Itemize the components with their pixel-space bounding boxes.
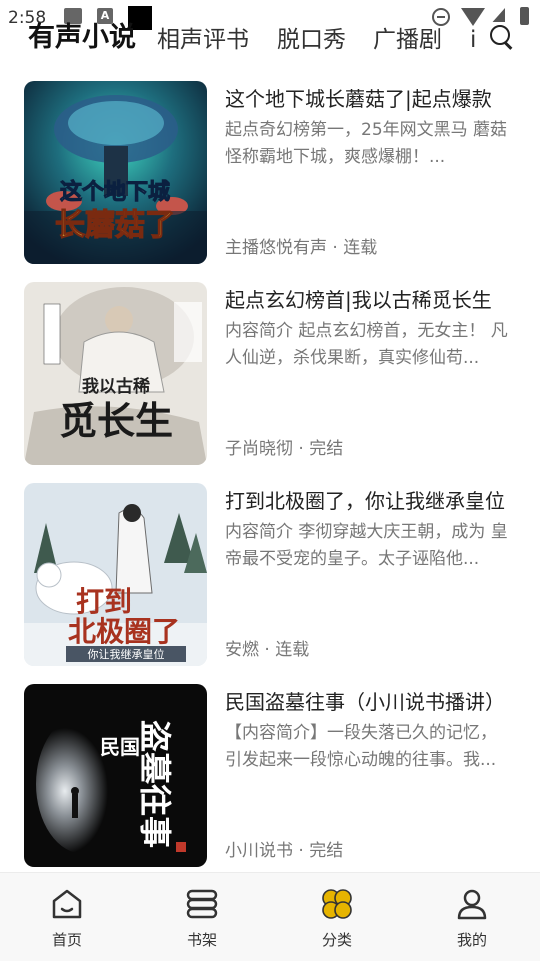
book-description: 起点奇幻榜第一，25年网文黑马 蘑菇怪称霸地下城，爽感爆棚！... xyxy=(225,120,508,167)
cover-art: 我以古稀 觅长生 xyxy=(24,282,207,465)
home-icon xyxy=(52,889,82,919)
nav-home[interactable]: 首页 xyxy=(17,887,117,951)
book-meta: 子尚晓彻 · 完结 xyxy=(225,439,344,459)
book-description: 内容简介 李彻穿越大庆王朝，成为 皇帝最不受宠的皇子。太子诬陷他... xyxy=(225,522,508,569)
cover-title-line1: 打到 xyxy=(76,585,132,618)
cover-subtitle: 你让我继承皇位 xyxy=(88,647,165,661)
cover-title-line1: 民国 xyxy=(100,735,140,759)
book-cover[interactable]: 我以古稀 觅长生 xyxy=(24,282,207,465)
cover-title-line2: 北极圈了 xyxy=(68,615,180,648)
category-tabs: 有声小说 相声评书 脱口秀 广播剧 i xyxy=(0,18,540,62)
profile-icon xyxy=(457,889,487,920)
cover-title-line2: 长蘑菇了 xyxy=(55,208,175,243)
search-button[interactable] xyxy=(486,22,516,52)
book-cover[interactable]: 民国 盗墓往事 xyxy=(24,684,207,867)
list-item[interactable]: 我以古稀 觅长生 起点玄幻榜首|我以古稀觅长生 内容简介 起点玄幻榜首，无女主！… xyxy=(0,282,540,482)
cover-title-line1: 这个地下城 xyxy=(60,179,170,205)
book-title[interactable]: 起点玄幻榜首|我以古稀觅长生 xyxy=(225,284,520,313)
book-title[interactable]: 民国盗墓往事（小川说书播讲） xyxy=(225,686,520,715)
book-meta: 小川说书 · 完结 xyxy=(225,841,344,861)
book-title[interactable]: 这个地下城长蘑菇了|起点爆款 xyxy=(225,83,520,112)
nav-profile[interactable]: 我的 xyxy=(422,887,522,951)
cover-art: 民国 盗墓往事 xyxy=(24,684,207,867)
book-title[interactable]: 打到北极圈了，你让我继承皇位 xyxy=(225,485,520,514)
cover-art: 打到 北极圈了 你让我继承皇位 xyxy=(24,483,207,666)
tab-radio-drama[interactable]: 广播剧 xyxy=(373,20,442,60)
tab-audiobook[interactable]: 有声小说 xyxy=(28,18,136,58)
list-item[interactable]: 这个地下城 长蘑菇了 这个地下城长蘑菇了|起点爆款 起点奇幻榜第一，25年网文黑… xyxy=(0,81,540,281)
list-item[interactable]: 打到 北极圈了 你让我继承皇位 打到北极圈了，你让我继承皇位 内容简介 李彻穿越… xyxy=(0,483,540,683)
cover-art: 这个地下城 长蘑菇了 xyxy=(24,81,207,264)
book-description: 内容简介 起点玄幻榜首，无女主！ 凡人仙逆，杀伐果断，真实修仙苟... xyxy=(225,321,508,368)
tab-talkshow[interactable]: 脱口秀 xyxy=(277,20,346,60)
book-description: 【内容简介】一段失落已久的记忆， 引发起来一段惊心动魄的往事。我... xyxy=(225,723,497,770)
cover-title-line1: 我以古稀 xyxy=(82,376,150,397)
category-icon xyxy=(322,889,352,919)
book-cover[interactable]: 这个地下城 长蘑菇了 xyxy=(24,81,207,264)
nav-category[interactable]: 分类 xyxy=(287,887,387,951)
nav-home-label: 首页 xyxy=(51,931,82,949)
nav-category-label: 分类 xyxy=(321,931,352,949)
list-item[interactable]: 民国 盗墓往事 民国盗墓往事（小川说书播讲） 【内容简介】一段失落已久的记忆， … xyxy=(0,684,540,884)
bookshelf-icon xyxy=(186,889,218,919)
bottom-nav: 首页 书架 分类 我的 xyxy=(0,872,540,961)
nav-profile-label: 我的 xyxy=(456,931,487,949)
book-meta: 安燃 · 连载 xyxy=(225,640,310,660)
nav-bookshelf[interactable]: 书架 xyxy=(152,887,252,951)
nav-bookshelf-label: 书架 xyxy=(186,931,217,949)
book-cover[interactable]: 打到 北极圈了 你让我继承皇位 xyxy=(24,483,207,666)
cover-title-line2: 盗墓往事 xyxy=(136,720,174,848)
cover-title-line2: 觅长生 xyxy=(59,398,173,443)
book-meta: 主播悠悦有声 · 连载 xyxy=(225,238,378,258)
tab-crosstalk[interactable]: 相声评书 xyxy=(157,20,249,60)
tab-more[interactable]: i xyxy=(470,20,476,60)
